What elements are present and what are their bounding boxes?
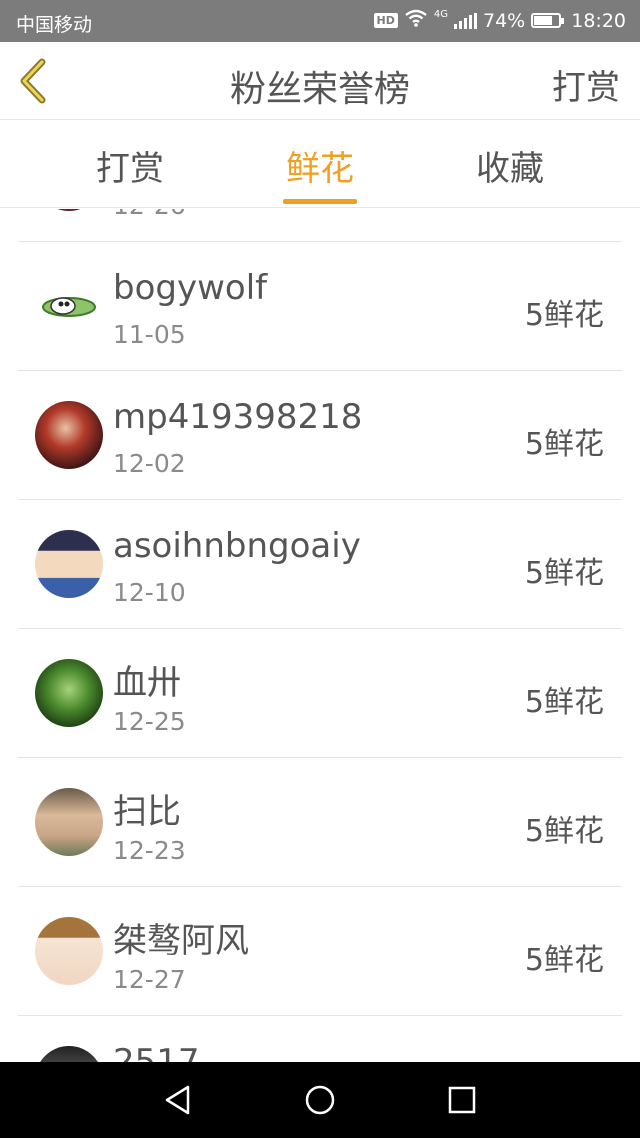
list-item[interactable]: asoihnbngoaiy 12-10 5鲜花 <box>18 500 622 629</box>
battery-percent: 74% <box>483 9 526 32</box>
user-name: asoihnbngoaiy <box>113 526 361 566</box>
tab-bar: 打赏 鲜花 收藏 <box>0 121 640 208</box>
gift-amount: 5鲜花 <box>524 943 604 978</box>
list-item[interactable]: 2517 <box>18 1016 622 1062</box>
gift-date: 12-27 <box>113 965 186 994</box>
user-avatar <box>35 788 103 856</box>
triangle-back-icon[interactable] <box>158 1080 198 1120</box>
gift-date: 12-23 <box>113 836 186 865</box>
page-title: 粉丝荣誉榜 <box>229 69 410 110</box>
wifi-icon <box>404 9 428 32</box>
battery-icon <box>531 13 565 28</box>
tab-flowers[interactable]: 鲜花 <box>225 141 415 190</box>
network-type: 4G <box>433 9 448 20</box>
list-item[interactable]: mp419398218 12-02 5鲜花 <box>18 371 622 500</box>
gift-date: 12-25 <box>113 707 186 736</box>
circle-home-icon[interactable] <box>300 1080 340 1120</box>
tab-favorites[interactable]: 收藏 <box>415 141 605 190</box>
user-name: mp419398218 <box>113 397 363 437</box>
gift-amount: 5鲜花 <box>524 814 604 849</box>
signal-icon <box>454 12 477 29</box>
user-name: 扫比 <box>113 792 181 832</box>
list-item[interactable]: 12-26 <box>18 209 622 242</box>
list-item[interactable]: 扫比 12-23 5鲜花 <box>18 758 622 887</box>
gift-date: 12-10 <box>113 578 186 607</box>
status-bar: 中国移动 HD 4G 74% 18:20 <box>0 0 640 42</box>
gift-amount: 5鲜花 <box>524 556 604 591</box>
user-avatar <box>35 1046 103 1062</box>
clock: 18:20 <box>571 9 626 32</box>
square-recent-icon[interactable] <box>442 1080 482 1120</box>
list-item[interactable]: bogywolf 11-05 5鲜花 <box>18 242 622 371</box>
gift-amount: 5鲜花 <box>524 685 604 720</box>
user-name: 血卅 <box>113 663 181 703</box>
user-avatar <box>35 209 103 211</box>
tab-reward[interactable]: 打赏 <box>35 141 225 190</box>
user-name: 2517 <box>113 1042 200 1062</box>
hd-badge: HD <box>373 13 398 28</box>
top-app-bar: 粉丝荣誉榜 打赏 <box>0 42 640 120</box>
list-item[interactable]: 桀骜阿风 12-27 5鲜花 <box>18 887 622 1016</box>
gift-date: 12-02 <box>113 449 186 478</box>
user-name: 桀骜阿风 <box>113 921 249 961</box>
gift-amount: 5鲜花 <box>524 427 604 462</box>
system-nav-bar <box>0 1062 640 1138</box>
reward-button[interactable]: 打赏 <box>552 60 620 109</box>
fan-ranking-list[interactable]: 12-26 bogywolf 11-05 5鲜花 mp419398218 12-… <box>0 209 640 1062</box>
user-avatar <box>35 401 103 469</box>
list-item[interactable]: 血卅 12-25 5鲜花 <box>18 629 622 758</box>
user-name: bogywolf <box>113 268 268 308</box>
user-avatar <box>35 659 103 727</box>
user-avatar <box>35 272 103 340</box>
carrier-name: 中国移动 <box>16 14 93 36</box>
active-tab-indicator <box>283 199 357 204</box>
user-avatar <box>35 917 103 985</box>
battery-level <box>534 16 553 25</box>
gift-amount: 5鲜花 <box>524 298 604 333</box>
gift-date: 11-05 <box>113 320 186 349</box>
user-avatar <box>35 530 103 598</box>
gift-date: 12-26 <box>113 209 186 220</box>
